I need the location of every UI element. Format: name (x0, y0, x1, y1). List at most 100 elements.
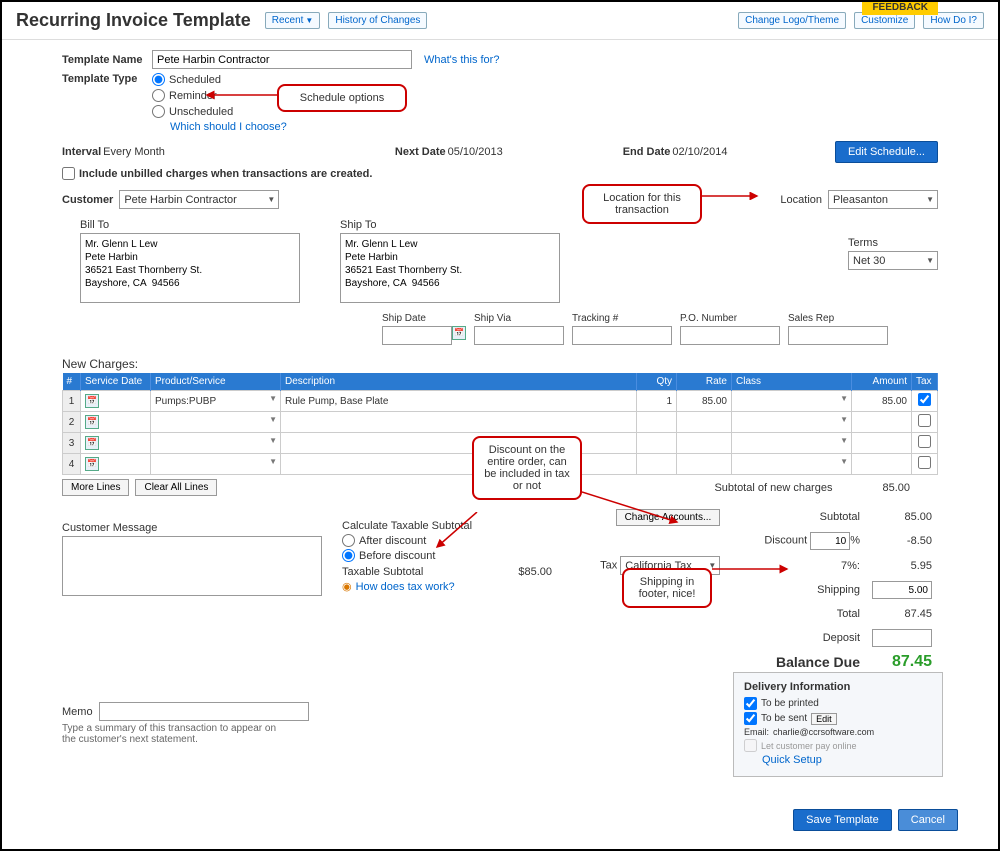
table-row[interactable]: 2📅▼▼ (63, 412, 938, 433)
feedback-tab[interactable]: FEEDBACK (862, 0, 938, 15)
deposit-input[interactable] (872, 629, 932, 647)
salesrep-input[interactable] (788, 326, 888, 345)
customer-label: Customer (62, 194, 113, 206)
to-be-printed-checkbox[interactable]: To be printed (744, 697, 932, 710)
tracking-label: Tracking # (572, 313, 672, 324)
total-label: Total (726, 603, 864, 625)
memo-input[interactable] (99, 702, 309, 721)
end-date-label: End Date (623, 146, 671, 158)
chevron-down-icon: ▼ (926, 195, 934, 204)
billto-textarea[interactable]: Mr. Glenn L Lew Pete Harbin 36521 East T… (80, 233, 300, 303)
callout-location: Location for this transaction (582, 184, 702, 224)
next-date-value: 05/10/2013 (448, 146, 503, 158)
more-lines-button[interactable]: More Lines (62, 479, 129, 496)
clear-all-button[interactable]: Clear All Lines (135, 479, 217, 496)
po-label: P.O. Number (680, 313, 780, 324)
delivery-title: Delivery Information (744, 681, 932, 693)
subtotal-new-label: Subtotal of new charges (714, 482, 832, 494)
end-date-value: 02/10/2014 (672, 146, 727, 158)
shipdate-label: Ship Date (382, 313, 466, 324)
interval-label: Interval (62, 146, 101, 158)
template-name-input[interactable] (152, 50, 412, 69)
customer-message-textarea[interactable] (62, 536, 322, 596)
pay-online-checkbox[interactable]: Let customer pay online (744, 739, 932, 752)
shipto-label: Ship To (340, 219, 560, 231)
shipvia-input[interactable] (474, 326, 564, 345)
how-tax-link[interactable]: How does tax work? (356, 581, 455, 593)
include-unbilled-checkbox[interactable]: Include unbilled charges when transactio… (62, 167, 938, 180)
customer-message-label: Customer Message (62, 522, 332, 534)
calendar-icon[interactable]: 📅 (85, 415, 99, 429)
calendar-icon[interactable]: 📅 (85, 436, 99, 450)
shipping-input[interactable] (872, 581, 932, 599)
col-date: Service Date (81, 373, 151, 391)
tax-checkbox[interactable] (918, 393, 931, 406)
chevron-down-icon: ▼ (305, 16, 313, 25)
po-input[interactable] (680, 326, 780, 345)
balance-label: Balance Due (726, 651, 864, 673)
radio-unscheduled[interactable]: Unscheduled (152, 105, 287, 118)
shipvia-label: Ship Via (474, 313, 564, 324)
subtotal-label: Subtotal (726, 506, 864, 528)
email-value: charlie@ccrsoftware.com (773, 727, 874, 737)
col-rate: Rate (677, 373, 732, 391)
chevron-down-icon: ▼ (926, 256, 934, 265)
tracking-input[interactable] (572, 326, 672, 345)
discount-pct-input[interactable] (810, 532, 850, 550)
salesrep-label: Sales Rep (788, 313, 888, 324)
to-be-sent-checkbox[interactable]: To be sent Edit (744, 712, 932, 725)
tax-rate: 7%: (726, 554, 864, 577)
col-amount: Amount (852, 373, 912, 391)
location-label: Location (780, 194, 822, 206)
col-desc: Description (281, 373, 637, 391)
history-button[interactable]: History of Changes (328, 12, 427, 29)
help-icon: ◉ (342, 580, 352, 593)
radio-reminder[interactable]: Reminder (152, 89, 287, 102)
quick-setup-link[interactable]: Quick Setup (762, 754, 822, 766)
tax-value: 5.95 (866, 554, 936, 577)
shipto-textarea[interactable]: Mr. Glenn L Lew Pete Harbin 36521 East T… (340, 233, 560, 303)
billto-label: Bill To (80, 219, 300, 231)
delivery-info-panel: Delivery Information To be printed To be… (733, 672, 943, 777)
template-name-label: Template Name (62, 54, 152, 66)
chevron-down-icon: ▼ (708, 561, 716, 570)
change-accounts-button[interactable]: Change Accounts... (616, 509, 721, 526)
deposit-label: Deposit (726, 627, 864, 649)
shipdate-input[interactable] (382, 326, 452, 345)
which-choose-link[interactable]: Which should I choose? (170, 121, 287, 133)
chevron-down-icon: ▼ (267, 195, 275, 204)
calendar-icon[interactable]: 📅 (85, 394, 99, 408)
radio-before-discount[interactable]: Before discount (342, 549, 552, 562)
edit-delivery-button[interactable]: Edit (811, 713, 837, 725)
terms-label: Terms (848, 237, 938, 249)
callout-discount: Discount on the entire order, can be inc… (472, 436, 582, 500)
calendar-icon[interactable]: 📅 (85, 457, 99, 471)
page-header: Recurring Invoice Template Recent▼ Histo… (2, 2, 998, 40)
save-template-button[interactable]: Save Template (793, 809, 892, 831)
radio-after-discount[interactable]: After discount (342, 534, 552, 547)
table-row[interactable]: 1📅Pumps:PUBP▼Rule Pump, Base Plate185.00… (63, 391, 938, 412)
change-logo-button[interactable]: Change Logo/Theme (738, 12, 846, 29)
tax-checkbox[interactable] (918, 414, 931, 427)
location-select[interactable]: Pleasanton▼ (828, 190, 938, 209)
col-qty: Qty (637, 373, 677, 391)
cancel-button[interactable]: Cancel (898, 809, 958, 831)
col-class: Class (732, 373, 852, 391)
tax-checkbox[interactable] (918, 435, 931, 448)
terms-select[interactable]: Net 30▼ (848, 251, 938, 270)
tax-label: Tax (600, 560, 617, 572)
edit-schedule-button[interactable]: Edit Schedule... (835, 141, 938, 163)
whats-this-link[interactable]: What's this for? (424, 54, 499, 66)
radio-scheduled[interactable]: Scheduled (152, 73, 287, 86)
callout-schedule: Schedule options (277, 84, 407, 112)
customer-select[interactable]: Pete Harbin Contractor▼ (119, 190, 279, 209)
recent-button[interactable]: Recent▼ (265, 12, 321, 29)
taxable-subtotal-label: Taxable Subtotal (342, 566, 423, 578)
total-value: 87.45 (866, 603, 936, 625)
new-charges-title: New Charges: (62, 357, 938, 371)
tax-checkbox[interactable] (918, 456, 931, 469)
email-label: Email: (744, 727, 769, 737)
calendar-icon[interactable]: 📅 (452, 326, 466, 340)
memo-hint: Type a summary of this transaction to ap… (62, 723, 282, 745)
col-num: # (63, 373, 81, 391)
